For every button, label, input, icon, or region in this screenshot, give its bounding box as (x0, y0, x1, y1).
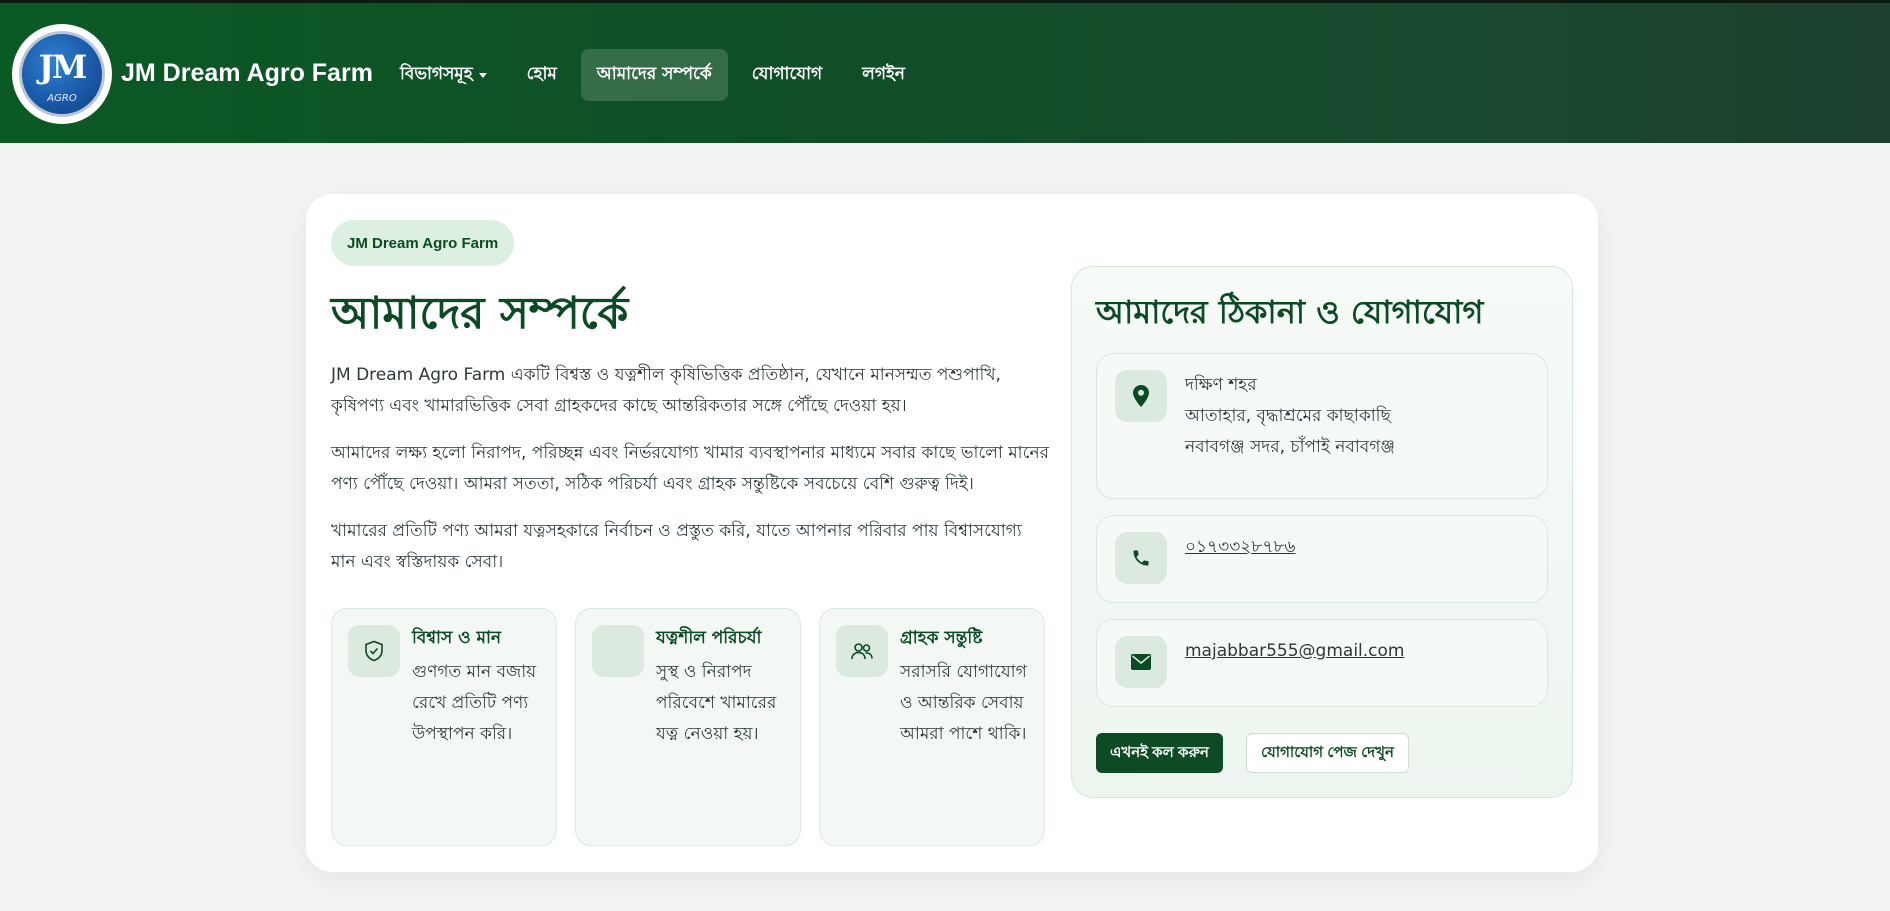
about-paragraph: খামারের প্রতিটি পণ্য আমরা যত্নসহকারে নির… (331, 521, 1022, 572)
shield-check-icon (348, 625, 400, 677)
top-navbar: JM AGRO JM Dream Agro Farm বিভাগসমূহ হোম… (0, 0, 1890, 143)
contact-title: আমাদের ঠিকানা ও যোগাযোগ (1096, 293, 1484, 331)
phone-box: ০১৭৩৩২৮৭৮৬ (1096, 515, 1548, 603)
feature-card-care: যত্নশীল পরিচর্যা সুস্থ ও নিরাপদ পরিবেশে … (575, 608, 801, 846)
nav-item-label: হোম (526, 64, 557, 84)
contact-panel: আমাদের ঠিকানা ও যোগাযোগ দক্ষিণ শহর আতাহা… (1071, 266, 1573, 798)
about-card: JM Dream Agro Farm আমাদের সম্পর্কে JM Dr… (306, 194, 1598, 872)
logo-monogram: JM (38, 48, 88, 86)
email-link[interactable]: majabbar555@gmail.com (1185, 641, 1404, 661)
nav-item-about[interactable]: আমাদের সম্পর্কে (580, 49, 728, 101)
about-paragraph: JM Dream Agro Farm একটি বিশ্বস্ত ও যত্নশ… (331, 365, 1001, 416)
feature-card-satisfaction: গ্রাহক সন্তুষ্টি সরাসরি যোগাযোগ ও আন্তরি… (819, 608, 1045, 846)
address-line: দক্ষিণ শহর (1185, 375, 1257, 395)
nav-item-label: বিভাগসমূহ (400, 64, 473, 84)
feature-title: গ্রাহক সন্তুষ্টি (900, 628, 983, 648)
nav-item-categories[interactable]: বিভাগসমূহ (384, 49, 503, 101)
nav-item-contact[interactable]: যোগাযোগ (736, 49, 838, 101)
feature-title: যত্নশীল পরিচর্যা (656, 628, 762, 648)
feature-list: বিশ্বাস ও মান গুণগত মান বজায় রেখে প্রতি… (331, 608, 1045, 846)
main-nav: বিভাগসমূহ হোম আমাদের সম্পর্কে যোগাযোগ লগ… (384, 49, 921, 101)
care-icon (592, 625, 644, 677)
feature-text: সুস্থ ও নিরাপদ পরিবেশে খামারের যত্ন নেওয… (656, 662, 777, 744)
feature-card-trust: বিশ্বাস ও মান গুণগত মান বজায় রেখে প্রতি… (331, 608, 557, 846)
phone-icon (1115, 532, 1167, 584)
email-box: majabbar555@gmail.com (1096, 619, 1548, 707)
nav-item-label: আমাদের সম্পর্কে (596, 64, 712, 84)
address-box: দক্ষিণ শহর আতাহার, বৃদ্ধাশ্রমের কাছাকাছি… (1096, 353, 1548, 499)
users-icon (836, 625, 888, 677)
feature-text: সরাসরি যোগাযোগ ও আন্তরিক সেবায় আমরা পাশ… (900, 662, 1027, 744)
logo-subtext: AGRO (47, 93, 77, 104)
logo-emblem: JM AGRO (19, 31, 105, 117)
page-title: আমাদের সম্পর্কে (331, 288, 629, 339)
about-description: JM Dream Agro Farm একটি বিশ্বস্ত ও যত্নশ… (331, 360, 1051, 594)
brand-name[interactable]: JM Dream Agro Farm (121, 59, 373, 88)
nav-item-login[interactable]: লগইন (846, 49, 921, 101)
feature-title: বিশ্বাস ও মান (412, 628, 502, 648)
caret-down-icon (478, 72, 487, 78)
map-pin-icon (1115, 370, 1167, 422)
nav-item-label: যোগাযোগ (751, 64, 823, 84)
about-paragraph: আমাদের লক্ষ্য হলো নিরাপদ, পরিচ্ছন্ন এবং … (331, 443, 1049, 494)
call-now-button[interactable]: এখনই কল করুন (1096, 733, 1223, 773)
envelope-icon (1115, 636, 1167, 688)
nav-item-label: লগইন (862, 64, 905, 84)
address-line: নবাবগঞ্জ সদর, চাঁপাই নবাবগঞ্জ (1185, 437, 1395, 457)
nav-item-home[interactable]: হোম (511, 49, 573, 101)
view-contact-page-button[interactable]: যোগাযোগ পেজ দেখুন (1246, 733, 1409, 773)
brand-logo[interactable]: JM AGRO (12, 24, 112, 124)
brand-badge: JM Dream Agro Farm (331, 220, 515, 266)
feature-text: গুণগত মান বজায় রেখে প্রতিটি পণ্য উপস্থা… (412, 662, 537, 744)
phone-link[interactable]: ০১৭৩৩২৮৭৮৬ (1185, 537, 1295, 557)
address-line: আতাহার, বৃদ্ধাশ্রমের কাছাকাছি (1185, 406, 1391, 426)
